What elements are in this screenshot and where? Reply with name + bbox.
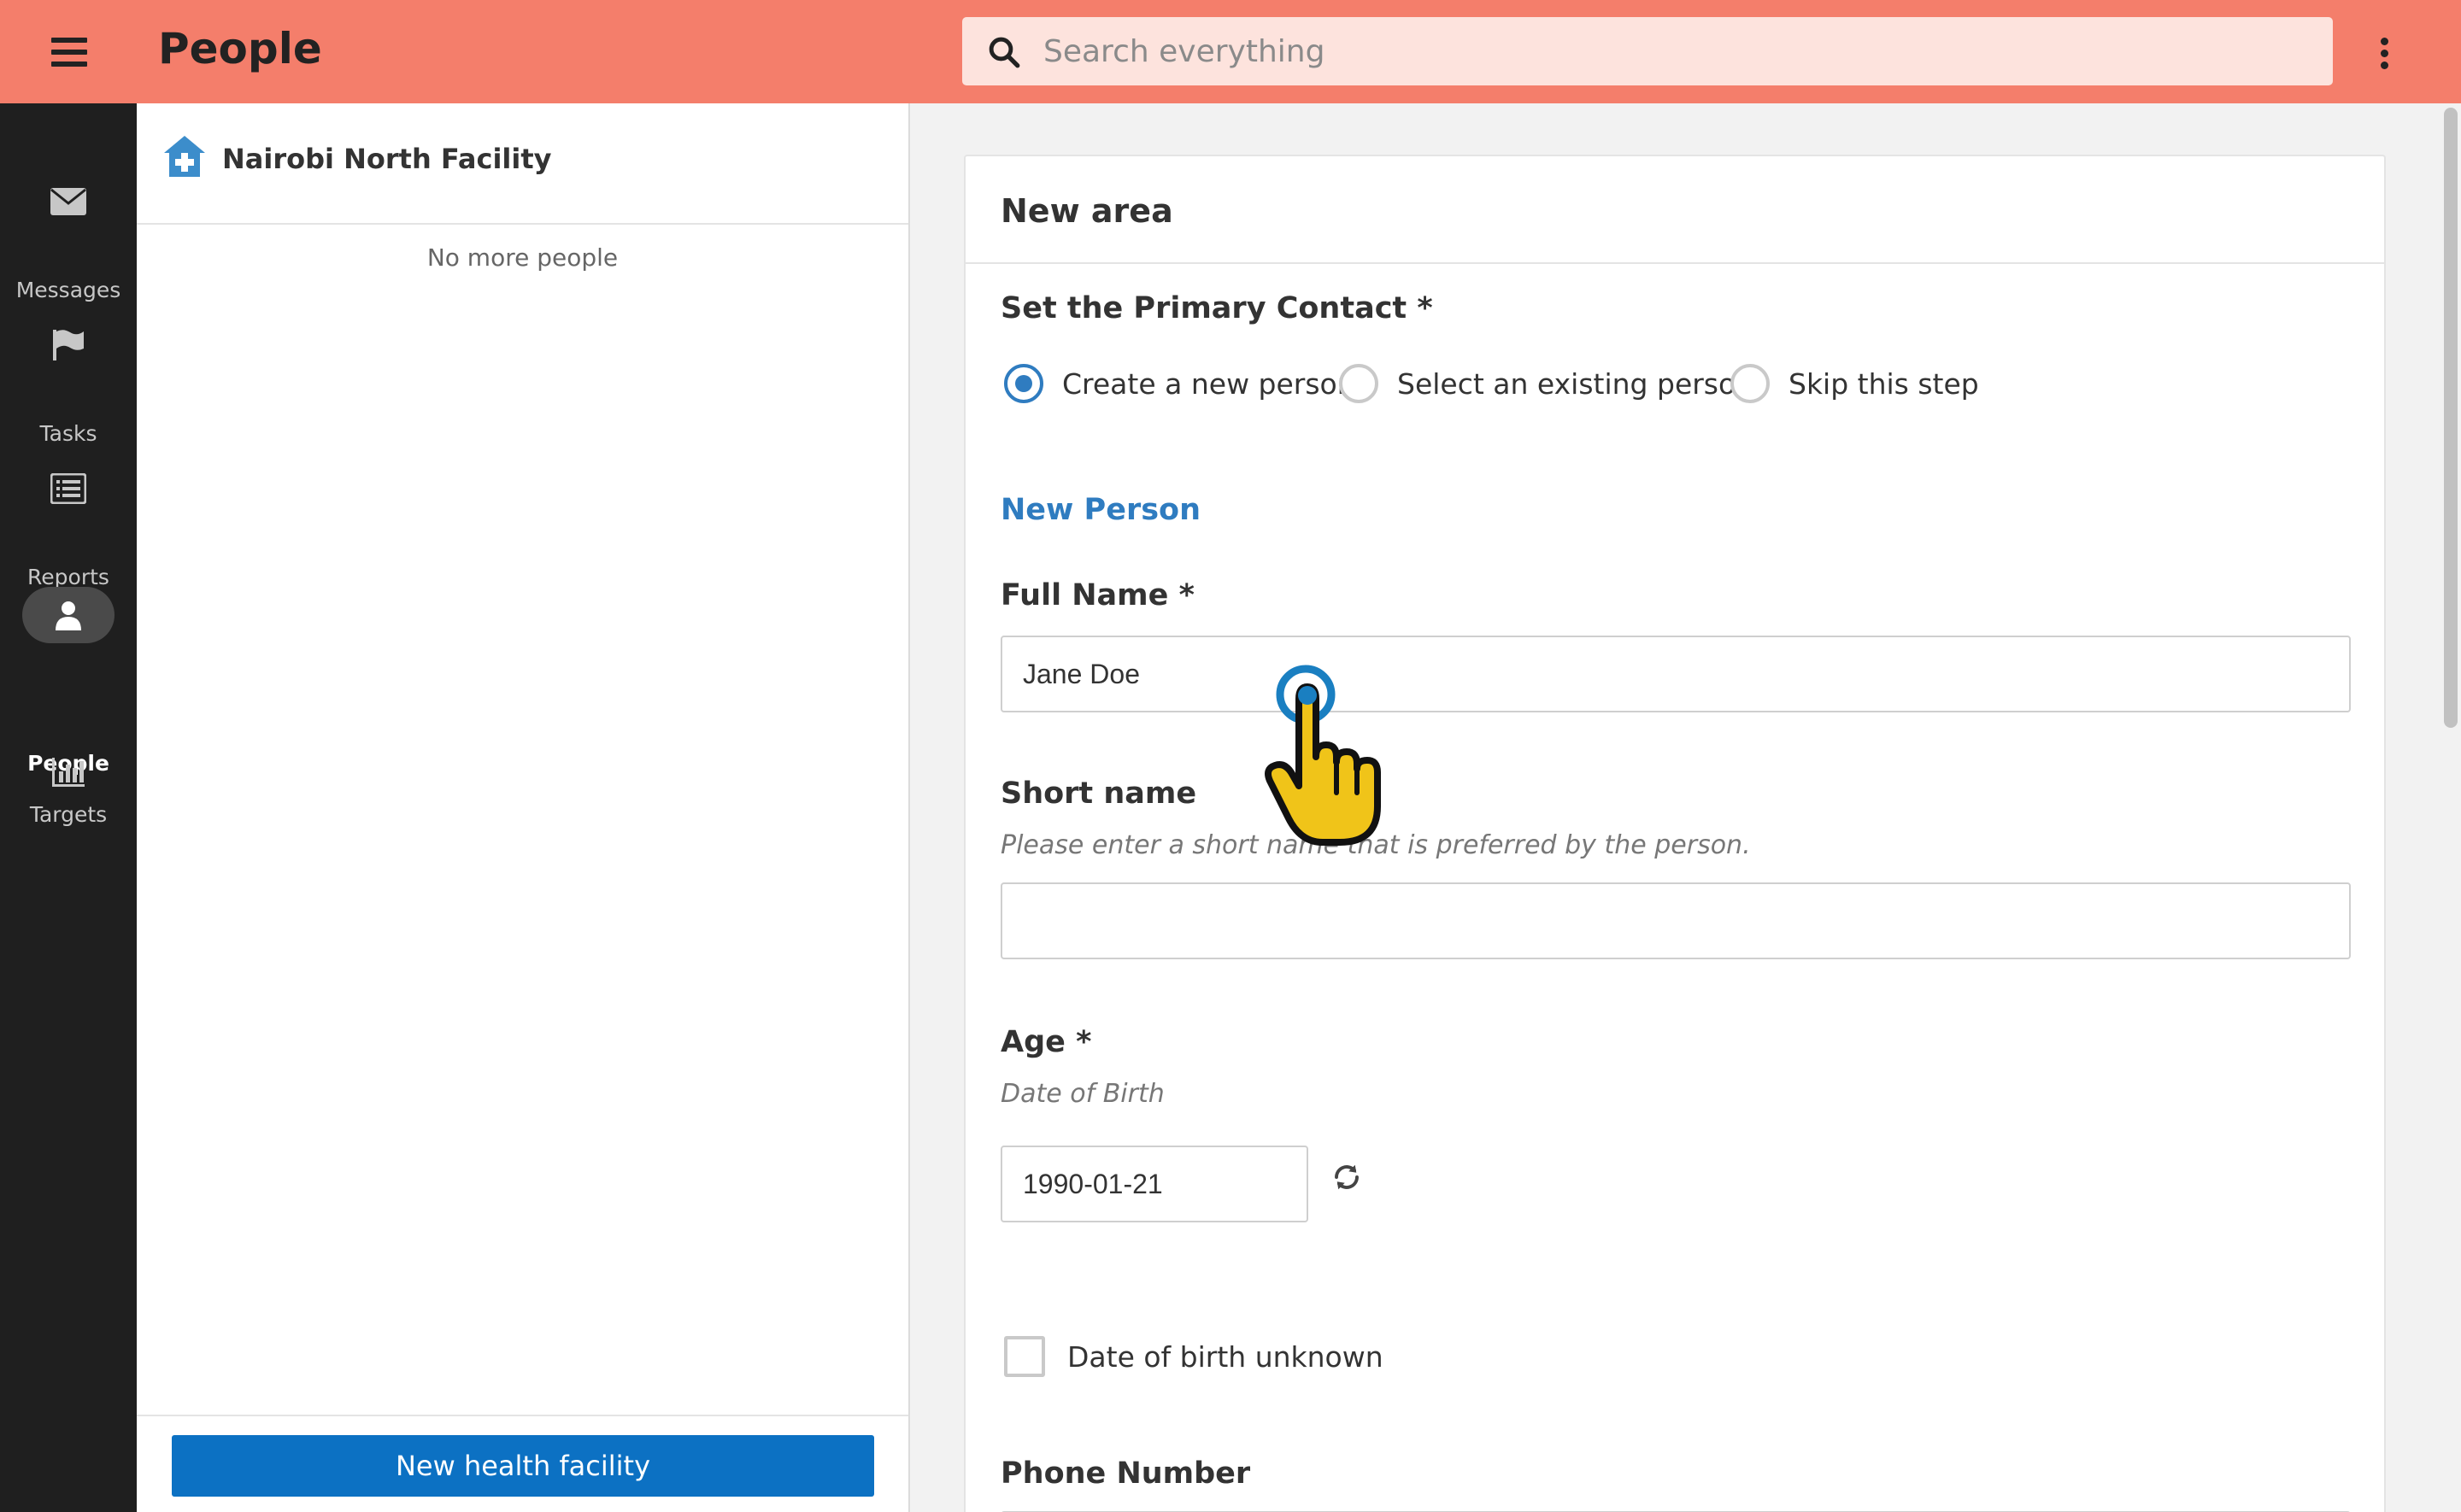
nav-item-tasks[interactable]: Tasks — [0, 308, 137, 446]
date-of-birth-field[interactable] — [1001, 1146, 1308, 1222]
divider — [966, 262, 2384, 264]
radio-label: Skip this step — [1788, 366, 1979, 401]
list-item[interactable]: Nairobi North Facility — [137, 103, 908, 225]
dob-unknown-label: Date of birth unknown — [1067, 1339, 1383, 1374]
new-health-facility-button[interactable]: New health facility — [172, 1435, 874, 1497]
radio-create-new-person[interactable]: Create a new person — [1004, 358, 1355, 409]
list-icon — [40, 460, 97, 517]
search-icon — [989, 37, 1020, 68]
primary-contact-label: Set the Primary Contact * — [1001, 291, 1433, 325]
radio-unchecked-icon — [1730, 364, 1770, 403]
nav-label-targets: Targets — [29, 802, 108, 827]
facility-name: Nairobi North Facility — [222, 143, 552, 175]
dob-unknown-checkbox[interactable] — [1004, 1336, 1045, 1377]
full-name-field[interactable] — [1001, 636, 2351, 712]
list-footer: New health facility — [137, 1415, 908, 1512]
new-area-form-card: New area Set the Primary Contact * Creat… — [964, 155, 2386, 1512]
phone-number-label: Phone Number — [1001, 1456, 1251, 1491]
refresh-icon[interactable] — [1331, 1162, 1362, 1193]
short-name-label: Short name — [1001, 777, 1197, 811]
flag-icon — [40, 317, 97, 373]
scrollbar-thumb[interactable] — [2444, 108, 2458, 728]
nav-label-messages: Messages — [15, 278, 121, 302]
radio-checked-icon — [1004, 364, 1043, 403]
nav-label-tasks: Tasks — [39, 421, 97, 446]
side-nav: Messages Tasks Reports People Targets — [0, 103, 137, 1512]
form-area: New area Set the Primary Contact * Creat… — [911, 103, 2444, 1512]
more-options-icon[interactable] — [2377, 38, 2391, 72]
nav-item-reports[interactable]: Reports — [0, 452, 137, 589]
people-list-panel: Nairobi North Facility No more people Ne… — [137, 103, 910, 1512]
envelope-icon — [40, 173, 97, 230]
date-of-birth-hint: Date of Birth — [1001, 1079, 1165, 1109]
person-icon — [22, 587, 115, 643]
full-name-label: Full Name * — [1001, 578, 1195, 612]
top-bar: People — [0, 0, 2461, 103]
radio-select-existing-person[interactable]: Select an existing person — [1339, 358, 1753, 409]
short-name-hint: Please enter a short name that is prefer… — [1001, 830, 1751, 860]
page-title: People — [158, 24, 322, 73]
radio-skip-this-step[interactable]: Skip this step — [1730, 358, 1979, 409]
search-box[interactable] — [962, 17, 2333, 85]
health-facility-icon — [164, 136, 205, 177]
search-input[interactable] — [1043, 17, 2308, 85]
empty-list-message: No more people — [426, 243, 619, 272]
age-label: Age * — [1001, 1025, 1092, 1059]
radio-label: Create a new person — [1062, 366, 1355, 401]
nav-item-messages[interactable]: Messages — [0, 165, 137, 302]
hamburger-menu-icon[interactable] — [51, 38, 87, 67]
short-name-field[interactable] — [1001, 882, 2351, 959]
nav-item-targets[interactable]: Targets — [0, 744, 137, 872]
radio-label: Select an existing person — [1397, 366, 1754, 401]
form-title: New area — [1001, 192, 1173, 230]
nav-item-people[interactable]: People — [0, 582, 137, 776]
dob-unknown-checkbox-row[interactable]: Date of birth unknown — [1004, 1333, 1383, 1380]
radio-unchecked-icon — [1339, 364, 1378, 403]
new-person-section-title: New Person — [1001, 493, 1201, 527]
bar-chart-icon — [40, 744, 97, 800]
